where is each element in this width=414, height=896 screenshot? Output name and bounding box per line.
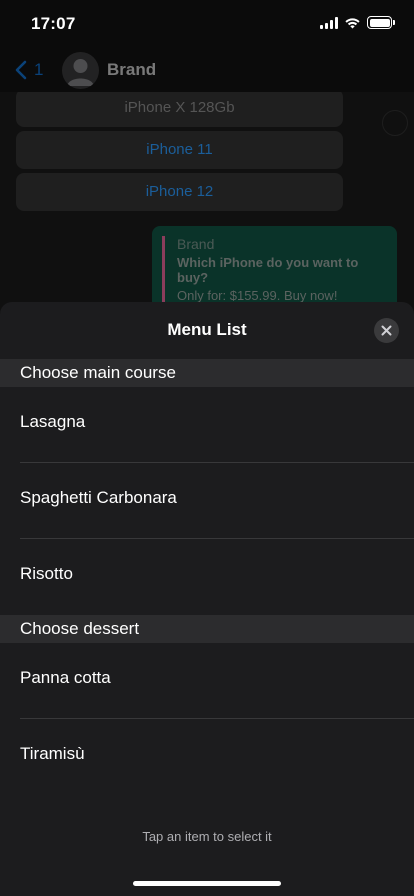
menu-item-tiramisu[interactable]: Tiramisù (0, 716, 414, 792)
status-time: 17:07 (31, 14, 76, 33)
status-bar: 17:07 (0, 0, 414, 48)
person-icon (67, 59, 94, 86)
chat-option-button[interactable]: iPhone X 128Gb (16, 92, 343, 127)
battery-icon (367, 16, 395, 29)
bubble-sender: Brand (177, 236, 215, 252)
chat-body: iPhone X 128Gb iPhone 11 iPhone 12 Brand… (0, 92, 414, 312)
wallpaper-doodle-icon (382, 110, 408, 136)
chat-option-button[interactable]: iPhone 11 (16, 131, 343, 169)
menu-item-panna-cotta[interactable]: Panna cotta (0, 640, 414, 716)
close-button[interactable] (374, 318, 399, 343)
status-icons (320, 16, 395, 29)
menu-list-sheet: Menu List Choose main course Lasagna Spa… (0, 302, 414, 896)
menu-item-risotto[interactable]: Risotto (0, 536, 414, 612)
message-bubble: Brand Which iPhone do you want to buy? O… (152, 226, 397, 312)
quoted-message: Brand Which iPhone do you want to buy? O… (162, 236, 387, 303)
close-icon (381, 325, 392, 336)
sheet-title: Menu List (167, 320, 247, 339)
avatar[interactable] (62, 52, 99, 89)
section-header-dessert: Choose dessert (0, 615, 414, 643)
section-header-main-course: Choose main course (0, 359, 414, 387)
bubble-offer: Only for: $155.99. Buy now! (177, 288, 338, 303)
bubble-question: Which iPhone do you want to buy? (177, 255, 359, 285)
wifi-icon (345, 17, 360, 28)
footer-hint: Tap an item to select it (142, 829, 272, 844)
chat-option-button[interactable]: iPhone 12 (16, 173, 343, 211)
contact-name[interactable]: Brand (107, 60, 156, 80)
chevron-left-icon[interactable] (12, 57, 34, 83)
menu-item-lasagna[interactable]: Lasagna (0, 384, 414, 460)
back-count[interactable]: 1 (34, 60, 43, 80)
chat-header: 1 Brand (0, 48, 414, 92)
home-indicator[interactable] (133, 881, 281, 886)
signal-icon (320, 16, 338, 29)
menu-item-spaghetti-carbonara[interactable]: Spaghetti Carbonara (0, 460, 414, 536)
